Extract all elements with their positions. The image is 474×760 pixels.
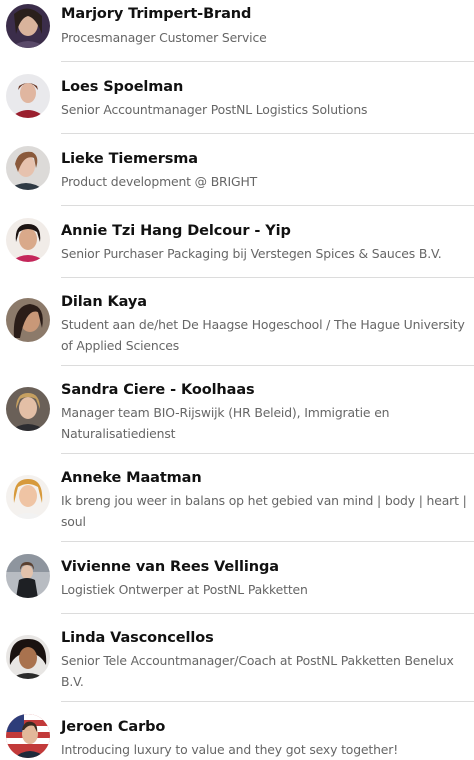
connection-headline: Manager team BIO-Rijswijk (HR Beleid), I… xyxy=(61,405,390,441)
connection-name[interactable]: Loes Spoelman xyxy=(61,79,183,95)
connection-headline: Introducing luxury to value and they got… xyxy=(61,742,399,757)
connection-headline: Product development @ BRIGHT xyxy=(61,174,258,189)
connection-headline: Student aan de/het De Haagse Hogeschool … xyxy=(61,317,465,353)
connection-item[interactable]: Linda Vasconcellos Senior Tele Accountma… xyxy=(0,614,474,702)
connection-name[interactable]: Vivienne van Rees Vellinga xyxy=(61,559,279,575)
profile-photo-icon[interactable] xyxy=(6,635,50,679)
connection-item[interactable]: Loes Spoelman Senior Accountmanager Post… xyxy=(0,62,474,134)
connection-item[interactable]: Vivienne van Rees Vellinga Logistiek Ont… xyxy=(0,542,474,614)
profile-photo-icon[interactable] xyxy=(6,74,50,118)
connections-list: Marjory Trimpert-Brand Procesmanager Cus… xyxy=(0,0,474,760)
profile-photo-icon[interactable] xyxy=(6,146,50,190)
connection-name[interactable]: Linda Vasconcellos xyxy=(61,630,214,646)
connection-item[interactable]: Jeroen Carbo Introducing luxury to value… xyxy=(0,702,474,760)
connection-name[interactable]: Annie Tzi Hang Delcour - Yip xyxy=(61,223,291,239)
connection-headline: Ik breng jou weer in balans op het gebie… xyxy=(61,493,467,529)
connection-item[interactable]: Annie Tzi Hang Delcour - Yip Senior Purc… xyxy=(0,206,474,278)
profile-photo-icon[interactable] xyxy=(6,714,50,758)
connection-item[interactable]: Anneke Maatman Ik breng jou weer in bala… xyxy=(0,454,474,542)
profile-photo-icon[interactable] xyxy=(6,475,50,519)
connection-name[interactable]: Marjory Trimpert-Brand xyxy=(61,6,251,22)
connection-headline: Senior Accountmanager PostNL Logistics S… xyxy=(61,102,368,117)
profile-photo-icon[interactable] xyxy=(6,387,50,431)
connection-name[interactable]: Sandra Ciere - Koolhaas xyxy=(61,382,255,398)
connection-headline: Logistiek Ontwerper at PostNL Pakketten xyxy=(61,582,308,597)
profile-photo-icon[interactable] xyxy=(6,554,50,598)
connection-item[interactable]: Lieke Tiemersma Product development @ BR… xyxy=(0,134,474,206)
connection-name[interactable]: Lieke Tiemersma xyxy=(61,151,198,167)
profile-photo-icon[interactable] xyxy=(6,218,50,262)
connection-name[interactable]: Jeroen Carbo xyxy=(61,719,165,735)
connection-headline: Procesmanager Customer Service xyxy=(61,30,267,45)
connection-item[interactable]: Sandra Ciere - Koolhaas Manager team BIO… xyxy=(0,366,474,454)
profile-photo-icon[interactable] xyxy=(6,298,50,342)
connection-name[interactable]: Dilan Kaya xyxy=(61,294,147,310)
connection-headline: Senior Tele Accountmanager/Coach at Post… xyxy=(61,653,454,689)
profile-photo-icon[interactable] xyxy=(6,4,50,48)
connection-name[interactable]: Anneke Maatman xyxy=(61,470,202,486)
connection-headline: Senior Purchaser Packaging bij Verstegen… xyxy=(61,246,442,261)
connection-item[interactable]: Dilan Kaya Student aan de/het De Haagse … xyxy=(0,278,474,366)
connection-item[interactable]: Marjory Trimpert-Brand Procesmanager Cus… xyxy=(0,0,474,62)
